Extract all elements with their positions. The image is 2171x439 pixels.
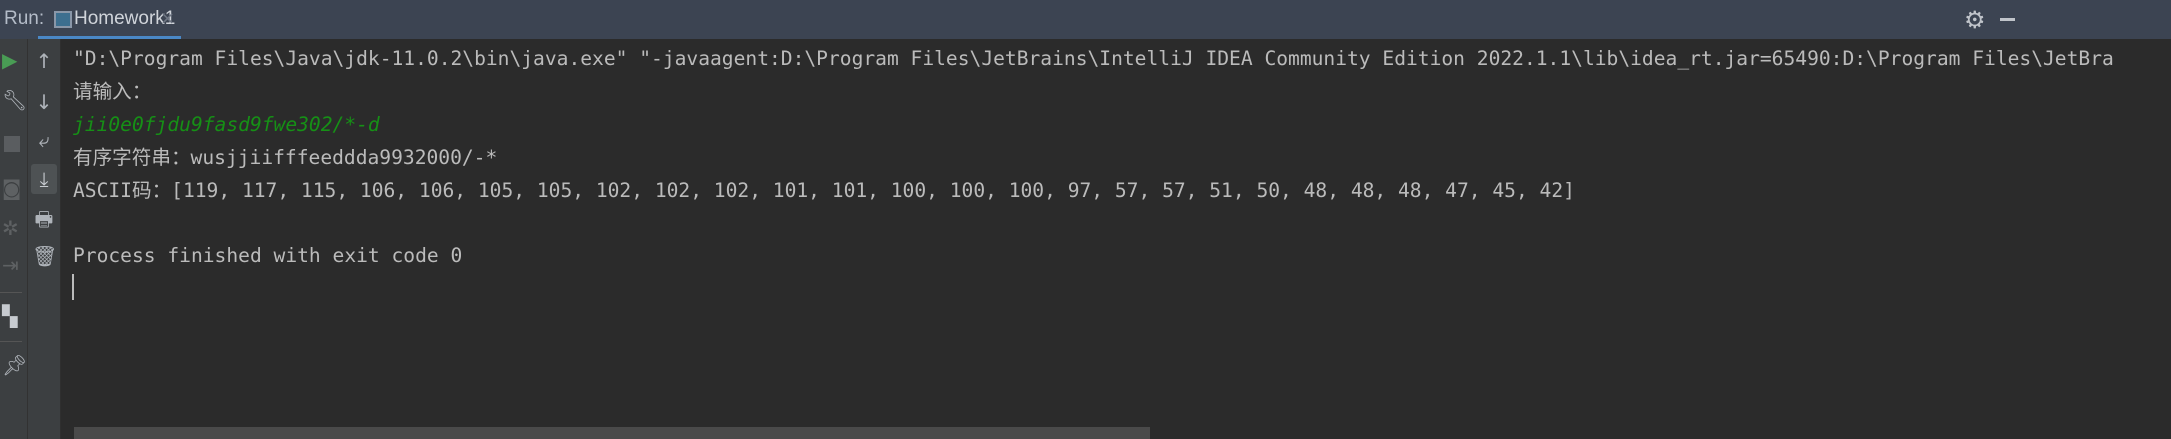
arrow-down-icon[interactable]: ↓ (32, 90, 56, 114)
run-tool-window-header: Run: Homework1 × ⚙ (0, 0, 2171, 39)
run-icon[interactable]: ▶ (2, 48, 17, 72)
gear-icon[interactable]: ⚙ (1964, 6, 1986, 34)
debug-icon: ✲ (2, 216, 19, 240)
horizontal-scrollbar[interactable] (74, 427, 1150, 439)
text-cursor (72, 274, 74, 300)
exit-line: Process finished with exit code 0 (73, 244, 463, 267)
layout-icon[interactable]: ▚ (2, 304, 17, 328)
close-icon[interactable]: × (160, 8, 175, 29)
soft-wrap-icon[interactable]: ⤶ (32, 128, 56, 152)
run-actions-toolbar: ▶ 🔧︎ ◙ ✲ ⇥ ▚ 📌︎ (0, 39, 28, 439)
prompt-line: 请输入： (73, 80, 152, 103)
print-icon[interactable]: 🖶︎ (32, 207, 56, 231)
camera-icon: ◙ (2, 176, 22, 200)
wrench-icon[interactable]: 🔧︎ (2, 88, 27, 112)
user-input-line: jii0e0fjdu9fasd9fwe302/*-d (73, 113, 380, 136)
console-actions-toolbar: ↑ ↓ ⤶ ⤓ 🖶︎ 🗑︎ (28, 39, 61, 439)
arrow-up-icon[interactable]: ↑ (32, 49, 56, 73)
stop-icon (4, 136, 20, 152)
ascii-line: ASCII码：[119, 117, 115, 106, 106, 105, 10… (73, 179, 1575, 202)
trash-icon[interactable]: 🗑︎ (32, 244, 57, 268)
sorted-string-line: 有序字符串：wusjjiifffeeddda9932000/-* (73, 146, 498, 169)
divider (0, 292, 22, 293)
minimize-icon[interactable] (2000, 18, 2015, 21)
console-window-icon (54, 11, 72, 28)
divider (0, 341, 22, 342)
exit-icon: ⇥ (2, 253, 19, 277)
scroll-to-end-icon[interactable]: ⤓ (31, 164, 57, 194)
tab-homework1[interactable]: Homework1 × (38, 0, 181, 39)
console-output[interactable]: "D:\Program Files\Java\jdk-11.0.2\bin\ja… (73, 39, 2114, 267)
command-line: "D:\Program Files\Java\jdk-11.0.2\bin\ja… (73, 47, 2114, 70)
pin-icon[interactable]: 📌︎ (2, 353, 27, 377)
